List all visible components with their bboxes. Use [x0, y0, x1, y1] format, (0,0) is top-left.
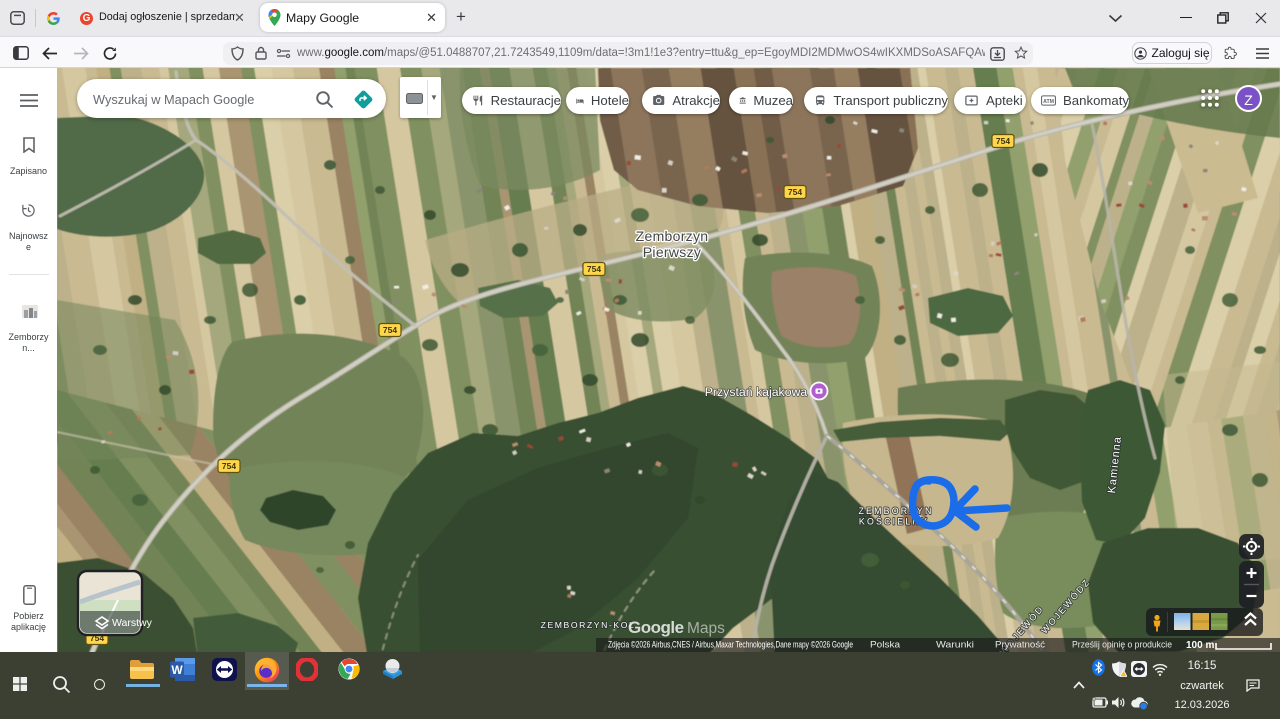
svg-text:Google: Google	[628, 618, 684, 637]
svg-text:Pierwszy: Pierwszy	[643, 244, 701, 260]
svg-text:754: 754	[383, 325, 397, 335]
svg-text:Zdjęcia ©2026 Airbus,CNES / Ai: Zdjęcia ©2026 Airbus,CNES / Airbus,Maxar…	[608, 640, 853, 650]
svg-text:100 m: 100 m	[1186, 640, 1214, 651]
svg-text:754: 754	[996, 136, 1010, 146]
svg-text:Prześlij opinię o produkcie: Prześlij opinię o produkcie	[1072, 640, 1172, 650]
svg-text:Zemborzyn: Zemborzyn	[636, 228, 709, 244]
svg-text:Maps: Maps	[687, 620, 725, 637]
svg-text:Warunki: Warunki	[936, 640, 974, 650]
svg-text:Prywatność: Prywatność	[995, 640, 1046, 650]
svg-text:754: 754	[788, 187, 802, 197]
svg-text:ATM: ATM	[1043, 99, 1054, 105]
svg-text:ZEMBORZYN-KOL: ZEMBORZYN-KOL	[541, 620, 636, 630]
svg-text:754: 754	[587, 264, 601, 274]
svg-text:W: W	[171, 663, 183, 677]
svg-text:Polska: Polska	[870, 640, 900, 650]
svg-text:754: 754	[222, 461, 236, 471]
svg-text:ZEMBORZYN: ZEMBORZYN	[858, 506, 933, 516]
svg-text:Warstwy: Warstwy	[112, 617, 153, 629]
svg-text:Przystań kajakowa: Przystań kajakowa	[705, 385, 808, 399]
